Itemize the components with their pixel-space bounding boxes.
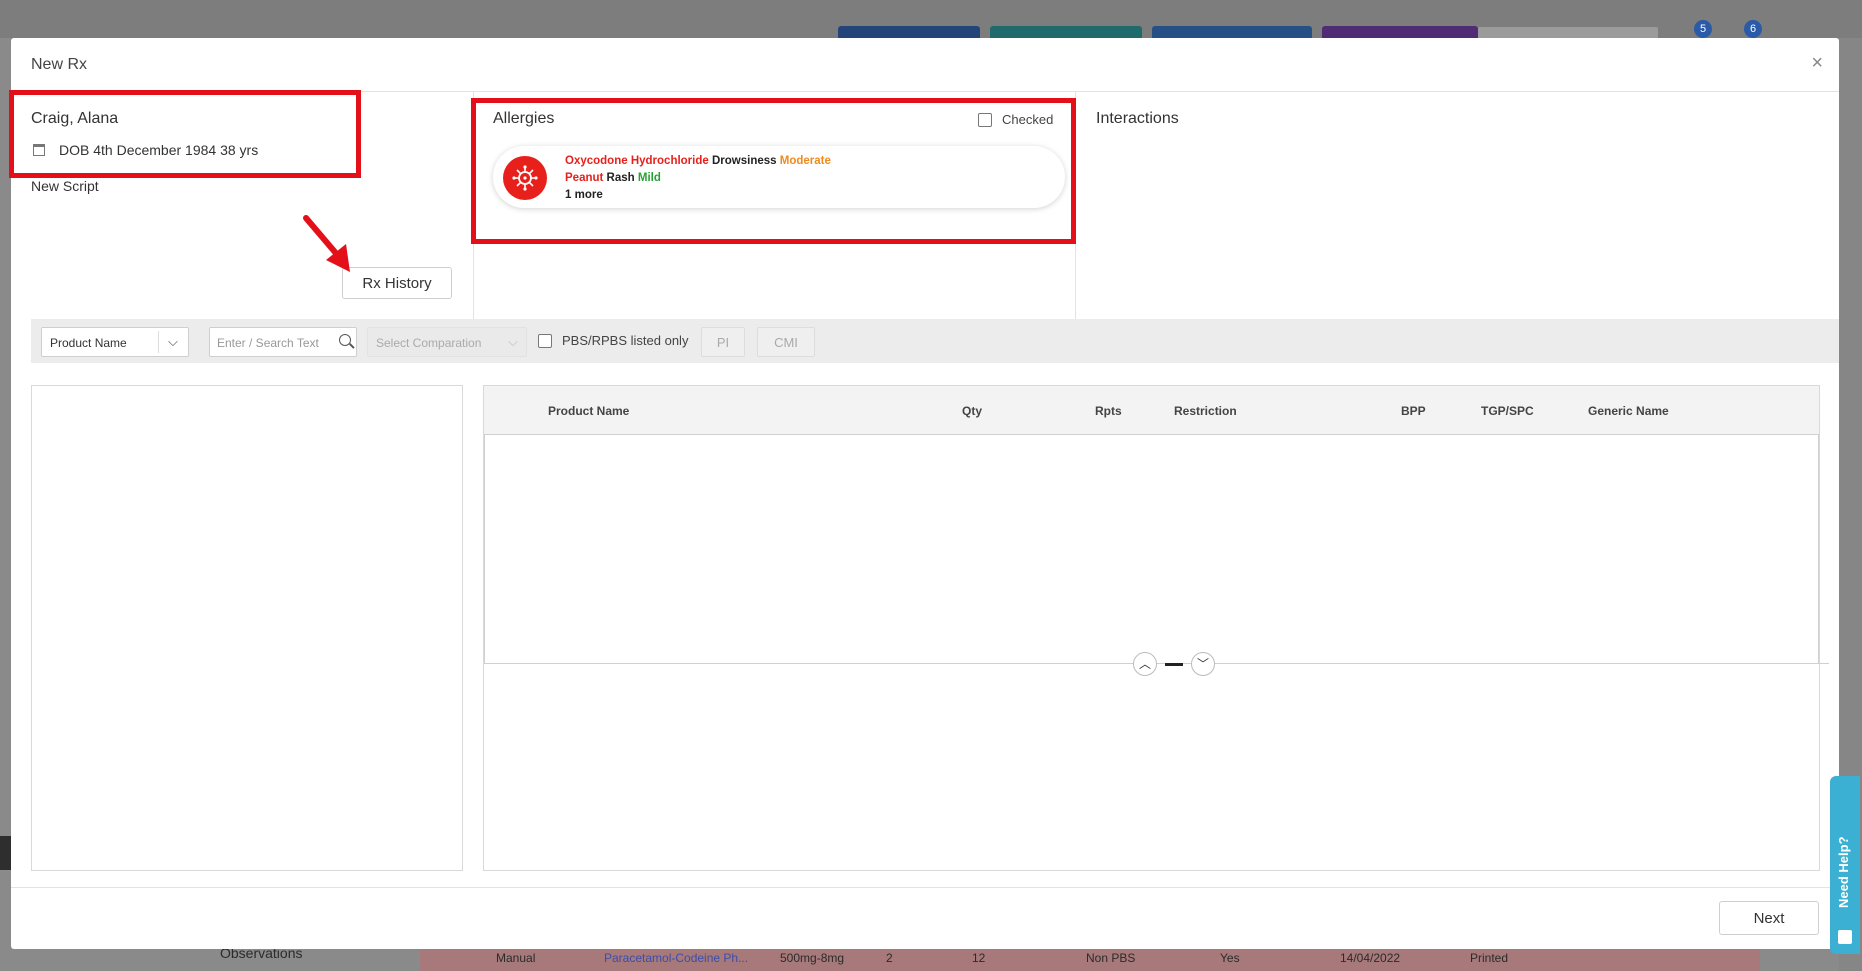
help-icon <box>1838 930 1852 944</box>
column-header[interactable]: Product Name <box>548 404 629 418</box>
background-table-row: Manual Paracetamol-Codeine Ph... 500mg-8… <box>420 946 1760 971</box>
patient-dob-row: DOB 4th December 1984 38 yrs <box>31 142 258 158</box>
row-flag: Yes <box>1220 951 1240 965</box>
allergy-severity: Mild <box>637 172 661 184</box>
row-rpts: 12 <box>972 951 986 965</box>
comparison-select[interactable]: Select Comparation ⌵ <box>367 327 527 357</box>
checked-label: Checked <box>1002 112 1054 127</box>
notification-badge: 6 <box>1744 20 1762 38</box>
allergy-drug: Oxycodone Hydrochloride <box>565 155 709 167</box>
chevron-down-icon: ⌵ <box>168 334 178 349</box>
modal-title: New Rx <box>31 56 88 73</box>
patient-name: Craig, Alana <box>31 110 119 127</box>
row-pbs: Non PBS <box>1086 951 1136 965</box>
notification-badge: 5 <box>1694 20 1712 38</box>
cmi-button[interactable]: CMI <box>757 327 815 357</box>
row-qty: 2 <box>886 951 893 965</box>
pi-button[interactable]: PI <box>701 327 745 357</box>
allergy-item: Peanut Rash Mild <box>565 170 831 187</box>
allergy-severity: Moderate <box>779 155 831 167</box>
row-strength: 500mg-8mg <box>780 951 845 965</box>
need-help-label: Need Help? <box>1836 836 1851 908</box>
need-help-tab[interactable]: Need Help? <box>1830 776 1860 954</box>
next-button[interactable]: Next <box>1719 901 1819 935</box>
search-by-select[interactable]: Product Name ⌵ <box>41 327 189 357</box>
chevron-down-icon[interactable]: ﹀ <box>1191 652 1215 676</box>
pbs-filter-toggle[interactable]: PBS/RPBS listed only <box>538 333 688 348</box>
allergen-icon <box>503 156 547 200</box>
row-status: Printed <box>1470 951 1509 965</box>
patient-dob: DOB 4th December 1984 38 yrs <box>59 142 259 158</box>
calendar-icon <box>33 144 45 156</box>
grid-body <box>484 435 1819 663</box>
comparison-placeholder: Select Comparation <box>376 336 482 350</box>
new-script-label: New Script <box>31 178 99 194</box>
allergy-drug: Peanut <box>565 172 604 184</box>
close-icon[interactable]: × <box>1811 52 1823 75</box>
splitter-handle[interactable] <box>1165 662 1183 666</box>
allergy-summary-card[interactable]: Oxycodone Hydrochloride Drowsiness Moder… <box>493 146 1065 208</box>
chevron-up-icon[interactable]: ︿ <box>1133 652 1157 676</box>
allergy-reaction: Rash <box>606 172 635 184</box>
chevron-down-icon: ⌵ <box>508 334 518 349</box>
checkbox[interactable] <box>538 333 552 348</box>
allergy-reaction: Drowsiness <box>711 155 777 167</box>
row-source: Manual <box>496 951 536 965</box>
column-header[interactable]: Restriction <box>1174 404 1237 418</box>
interactions-title: Interactions <box>1096 110 1179 127</box>
pbs-filter-label: PBS/RPBS listed only <box>562 333 689 348</box>
footer-divider <box>11 887 1839 888</box>
allergy-item: Oxycodone Hydrochloride Drowsiness Moder… <box>565 153 831 170</box>
new-rx-modal: New Rx × Craig, Alana DOB 4th December 1… <box>11 38 1839 949</box>
search-by-value: Product Name <box>50 336 127 350</box>
select-separator <box>158 331 159 353</box>
column-header[interactable]: BPP <box>1401 404 1426 418</box>
product-results-grid: Product Name Qty Rpts Restriction BPP TG… <box>483 385 1829 871</box>
allergy-more-link[interactable]: 1 more <box>565 187 831 204</box>
row-drug: Paracetamol-Codeine Ph... <box>604 951 749 965</box>
script-items-panel <box>31 385 463 871</box>
column-header[interactable]: Generic Name <box>1588 404 1669 418</box>
search-icon[interactable] <box>339 334 351 346</box>
column-header[interactable]: TGP/SPC <box>1481 404 1534 418</box>
modal-header: New Rx × <box>11 38 1839 92</box>
background-app-header: 5 6 <box>0 0 1862 40</box>
checkbox[interactable] <box>978 112 992 127</box>
allergies-title: Allergies <box>493 110 555 127</box>
allergy-list: Oxycodone Hydrochloride Drowsiness Moder… <box>565 153 831 204</box>
search-input[interactable]: Enter / Search Text <box>209 327 357 357</box>
product-search-toolbar: Product Name ⌵ Enter / Search Text Selec… <box>31 319 1839 363</box>
pane-splitter[interactable]: ︿ ﹀ <box>1133 652 1215 676</box>
column-header[interactable]: Qty <box>962 404 982 418</box>
column-divider <box>473 92 474 336</box>
search-placeholder: Enter / Search Text <box>217 336 319 350</box>
row-date: 14/04/2022 <box>1340 951 1401 965</box>
grid-header: Product Name Qty Rpts Restriction BPP TG… <box>484 386 1819 435</box>
column-divider <box>1075 92 1076 336</box>
allergies-checked-toggle[interactable]: Checked <box>978 112 1053 127</box>
annotation-arrow-icon <box>303 215 350 272</box>
column-header[interactable]: Rpts <box>1095 404 1122 418</box>
